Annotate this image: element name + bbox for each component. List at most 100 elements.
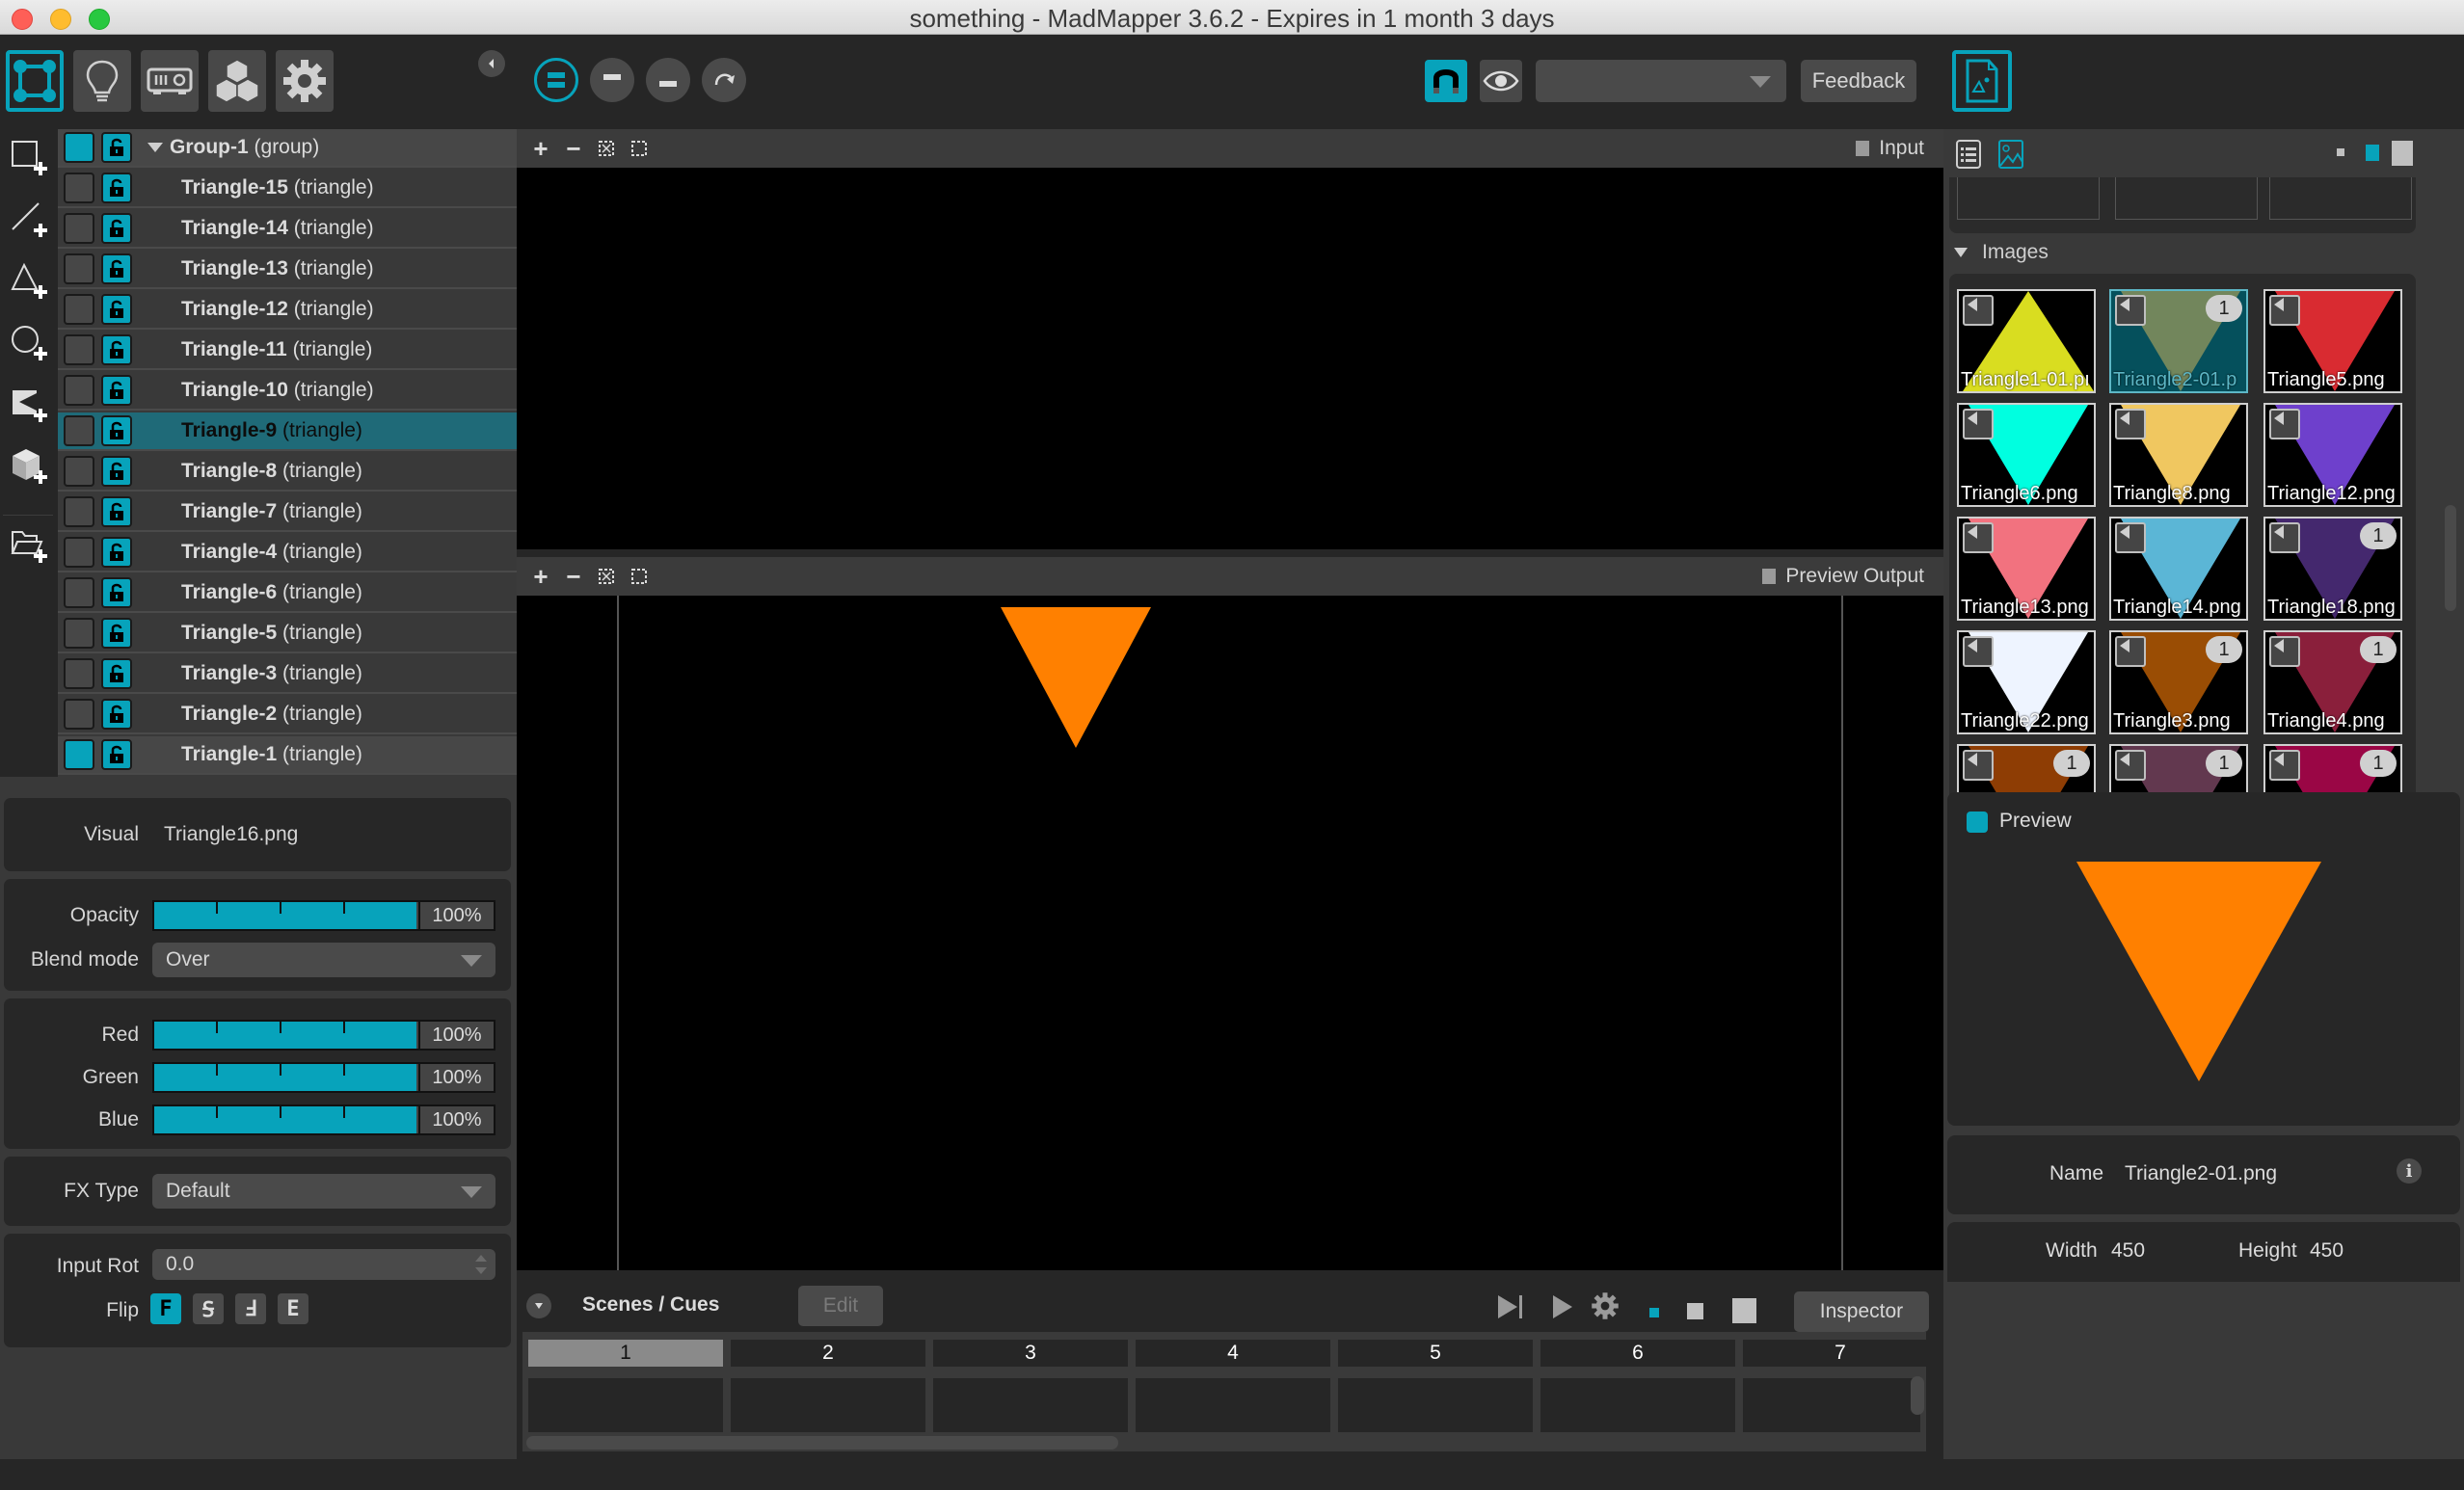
play-icon[interactable] (1550, 1293, 1575, 1320)
flip-both-button[interactable]: E (278, 1293, 308, 1324)
send-to-surface-button[interactable] (1963, 750, 1994, 781)
red-value[interactable]: 100% (418, 1022, 494, 1049)
opacity-slider[interactable]: 100% (152, 900, 495, 931)
layer-row[interactable]: Triangle-14 (triangle) (58, 210, 517, 249)
send-to-surface-button[interactable] (2269, 295, 2300, 326)
feedback-button[interactable]: Feedback (1801, 60, 1916, 102)
visibility-checkbox[interactable] (64, 294, 94, 325)
zoom-in-button[interactable]: + (528, 562, 553, 591)
lock-toggle[interactable] (101, 537, 132, 568)
layer-row[interactable]: Triangle-2 (triangle) (58, 696, 517, 734)
small-thumb-size-button[interactable] (2337, 148, 2344, 156)
green-slider[interactable]: 100% (152, 1062, 495, 1093)
select-area-button[interactable] (627, 564, 652, 589)
orange-triangle-surface[interactable] (999, 605, 1153, 750)
send-to-surface-button[interactable] (1963, 522, 1994, 553)
top-view-button[interactable] (590, 58, 634, 102)
thumbnail-view-button[interactable] (1997, 139, 2024, 174)
layer-row[interactable]: Triangle-13 (triangle) (58, 251, 517, 289)
zoom-out-button[interactable]: − (561, 562, 586, 591)
visibility-checkbox[interactable] (64, 375, 94, 406)
add-group-button[interactable] (8, 524, 50, 567)
layer-row[interactable]: Triangle-11 (triangle) (58, 332, 517, 370)
layer-group-row[interactable]: Group-1 (group) (58, 129, 517, 168)
lock-toggle[interactable] (101, 658, 132, 689)
fit-view-button[interactable] (594, 564, 619, 589)
settings-mode-button[interactable] (276, 50, 334, 112)
select-area-button[interactable] (627, 136, 652, 161)
cue-horizontal-scrollbar[interactable] (526, 1436, 1118, 1450)
cue-slot[interactable] (1743, 1378, 1920, 1432)
lock-toggle[interactable] (101, 173, 132, 203)
media-thumbnail[interactable]: Triangle1-01.pı (1957, 289, 2096, 393)
cue-slot[interactable] (1136, 1378, 1330, 1432)
fit-view-button[interactable] (594, 136, 619, 161)
layer-row[interactable]: Triangle-6 (triangle) (58, 574, 517, 613)
send-to-surface-button[interactable] (2115, 295, 2146, 326)
media-thumbnail[interactable]: Triangle6.png (1957, 403, 2096, 507)
layer-row[interactable]: Triangle-5 (triangle) (58, 615, 517, 653)
layer-row[interactable]: Triangle-7 (triangle) (58, 493, 517, 532)
visibility-checkbox[interactable] (64, 415, 94, 446)
send-to-surface-button[interactable] (2269, 636, 2300, 667)
flip-vertical-button[interactable]: Ⅎ (235, 1293, 266, 1324)
split-view-button[interactable] (534, 58, 578, 102)
lock-toggle[interactable] (101, 294, 132, 325)
output-canvas[interactable] (517, 596, 1943, 1270)
cue-slot[interactable] (528, 1378, 723, 1432)
media-thumbnail[interactable]: Triangle13.png (1957, 517, 2096, 621)
layer-row[interactable]: Triangle-12 (triangle) (58, 291, 517, 330)
scene-column-header[interactable]: 5 (1338, 1340, 1533, 1367)
images-section-header[interactable]: Images (1953, 241, 2049, 264)
edit-scenes-button[interactable]: Edit (798, 1286, 883, 1326)
scene-column-header[interactable]: 7 (1743, 1340, 1938, 1367)
collapse-left-panel-button[interactable] (478, 50, 505, 77)
visibility-toggle-button[interactable] (1480, 60, 1522, 102)
visibility-checkbox[interactable] (64, 699, 94, 730)
visibility-checkbox[interactable] (64, 577, 94, 608)
send-to-surface-button[interactable] (2115, 636, 2146, 667)
visibility-checkbox[interactable] (64, 213, 94, 244)
blue-value[interactable]: 100% (418, 1106, 494, 1133)
add-mask-button[interactable] (8, 384, 50, 426)
stepper-icon[interactable] (474, 1253, 488, 1276)
cue-vertical-scrollbar[interactable] (1911, 1376, 1924, 1415)
scene-column-header[interactable]: 4 (1136, 1340, 1330, 1367)
small-thumb-size-button[interactable] (1649, 1308, 1659, 1317)
visibility-checkbox[interactable] (64, 173, 94, 203)
input-rot-field[interactable]: 0.0 (152, 1249, 495, 1280)
layer-row[interactable]: Triangle-4 (triangle) (58, 534, 517, 572)
lock-toggle[interactable] (101, 456, 132, 487)
lock-toggle[interactable] (101, 415, 132, 446)
add-quad-button[interactable] (8, 137, 50, 179)
list-view-button[interactable] (1955, 139, 1982, 174)
output-mode-button[interactable] (141, 50, 199, 112)
lock-toggle[interactable] (101, 577, 132, 608)
media-scrollbar[interactable] (2445, 505, 2456, 611)
lock-toggle[interactable] (101, 132, 132, 163)
visibility-checkbox[interactable] (64, 456, 94, 487)
lock-toggle[interactable] (101, 699, 132, 730)
add-circle-button[interactable] (8, 322, 50, 364)
scene-settings-icon[interactable] (1591, 1291, 1620, 1320)
media-thumbnail[interactable]: 1 Triangle18.png (2263, 517, 2402, 621)
media-thumb-partial[interactable] (1957, 177, 2100, 220)
lights-mode-button[interactable] (73, 50, 131, 112)
lock-toggle[interactable] (101, 496, 132, 527)
media-thumb-partial[interactable] (2115, 177, 2258, 220)
bottom-view-button[interactable] (646, 58, 690, 102)
visibility-checkbox[interactable] (64, 253, 94, 284)
send-to-surface-button[interactable] (2269, 409, 2300, 439)
layer-row[interactable]: Triangle-3 (triangle) (58, 655, 517, 694)
red-slider[interactable]: 100% (152, 1020, 495, 1051)
visibility-checkbox[interactable] (64, 537, 94, 568)
layer-row[interactable]: Triangle-10 (triangle) (58, 372, 517, 411)
add-3d-object-button[interactable] (8, 445, 50, 488)
large-thumb-size-button[interactable] (1732, 1298, 1756, 1323)
scene-column-header[interactable]: 1 (528, 1340, 723, 1367)
blue-slider[interactable]: 100% (152, 1104, 495, 1135)
cue-slot[interactable] (731, 1378, 925, 1432)
visibility-checkbox[interactable] (64, 739, 94, 770)
send-to-surface-button[interactable] (2115, 409, 2146, 439)
next-cue-icon[interactable] (1496, 1293, 1527, 1320)
